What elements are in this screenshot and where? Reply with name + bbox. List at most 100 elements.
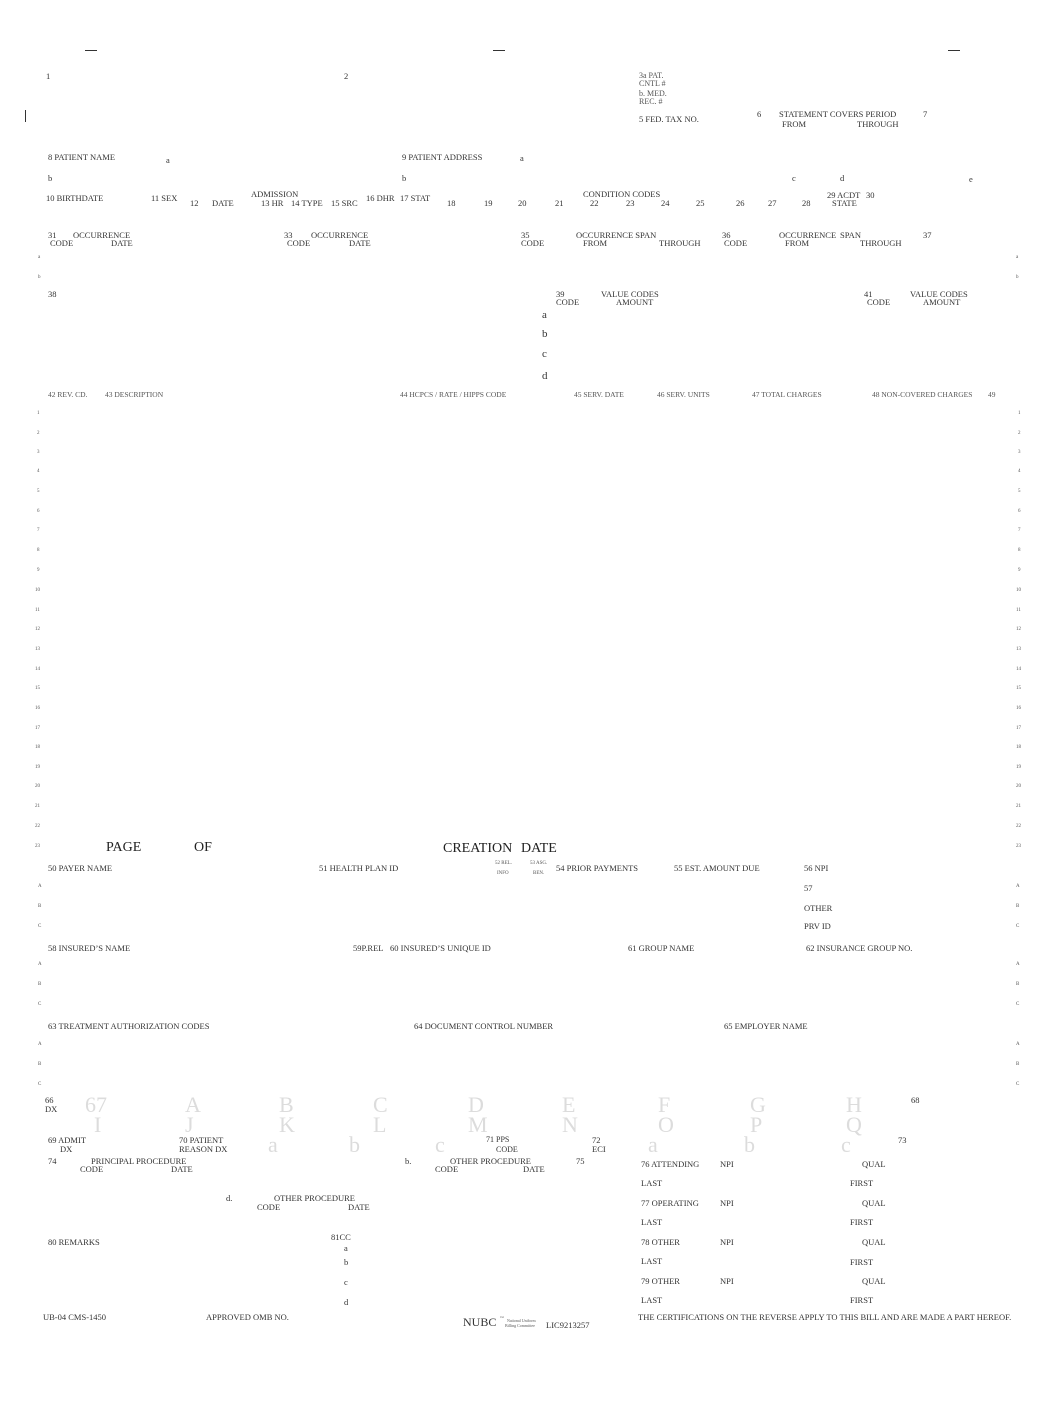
reason-dx-input[interactable]: b bbox=[349, 1134, 360, 1156]
service-line-row[interactable] bbox=[48, 801, 1008, 815]
service-line-row[interactable] bbox=[48, 664, 1008, 678]
field-9c-state-input[interactable] bbox=[800, 170, 836, 184]
field-9a-street-input[interactable] bbox=[530, 150, 1010, 164]
eci-code-input[interactable]: c bbox=[841, 1134, 851, 1156]
statement-from-input[interactable] bbox=[770, 130, 840, 144]
auth-row-input[interactable] bbox=[48, 1038, 798, 1052]
line23-total-input[interactable] bbox=[752, 840, 862, 856]
physician-first-name-input[interactable] bbox=[874, 1177, 1009, 1190]
insured-row-input[interactable] bbox=[48, 958, 798, 972]
service-line-row[interactable] bbox=[48, 466, 1008, 480]
field-8b-patient-name-input[interactable] bbox=[58, 170, 388, 184]
field-9d-zip-input[interactable] bbox=[850, 170, 960, 184]
physician-qual-input[interactable] bbox=[888, 1275, 1008, 1288]
field-43-description-header: 43 DESCRIPTION bbox=[105, 390, 164, 399]
eci-code-input[interactable]: b bbox=[744, 1134, 755, 1156]
service-line-row[interactable] bbox=[48, 644, 1008, 658]
service-line-row[interactable] bbox=[48, 506, 1008, 520]
service-line-number-right: 13 bbox=[1016, 647, 1021, 652]
service-line-row[interactable] bbox=[48, 762, 1008, 776]
service-line-number-left: 18 bbox=[35, 745, 40, 750]
physician-npi-input[interactable] bbox=[738, 1197, 853, 1210]
field-2-payto-input[interactable] bbox=[344, 82, 634, 142]
field-38-responsible-party-input[interactable] bbox=[48, 302, 528, 380]
dx-code-m-input[interactable]: M bbox=[468, 1114, 488, 1136]
physician-npi-input[interactable] bbox=[738, 1275, 853, 1288]
payer-row-label-left: C bbox=[38, 924, 42, 929]
field-8a-patient-id-input[interactable] bbox=[176, 152, 386, 166]
service-line-row[interactable] bbox=[48, 723, 1008, 737]
occurrence-row-b-input[interactable] bbox=[48, 272, 1008, 286]
service-line-row[interactable] bbox=[48, 624, 1008, 638]
physician-last-name-input[interactable] bbox=[662, 1216, 842, 1229]
service-line-row[interactable] bbox=[48, 525, 1008, 539]
reason-dx-input[interactable]: c bbox=[435, 1134, 445, 1156]
value-row-b-input[interactable] bbox=[556, 328, 1011, 342]
service-line-row[interactable] bbox=[48, 486, 1008, 500]
service-line-row[interactable] bbox=[48, 703, 1008, 717]
physician-qual-input[interactable] bbox=[888, 1236, 1008, 1249]
field-80-remarks-input[interactable] bbox=[48, 1250, 318, 1306]
other-procedure-b-input[interactable] bbox=[420, 1175, 570, 1189]
insured-row-input[interactable] bbox=[48, 978, 798, 992]
value-row-a-input[interactable] bbox=[556, 308, 1011, 322]
field-56-npi-input[interactable] bbox=[840, 862, 1010, 876]
value-row-d-input[interactable] bbox=[556, 368, 1011, 382]
physician-npi-input[interactable] bbox=[738, 1236, 853, 1249]
field-5-fed-tax-input[interactable] bbox=[639, 126, 749, 142]
service-line-row[interactable] bbox=[48, 428, 1008, 442]
field-1-label: 1 bbox=[46, 71, 51, 81]
service-line-row[interactable] bbox=[48, 683, 1008, 697]
service-line-row[interactable] bbox=[48, 585, 1008, 599]
auth-row-input[interactable] bbox=[48, 1058, 798, 1072]
service-line-row[interactable] bbox=[48, 408, 1008, 422]
field-3b-medical-record-input[interactable] bbox=[670, 90, 1010, 106]
service-line-row[interactable] bbox=[48, 565, 1008, 579]
insured-row-input[interactable] bbox=[48, 998, 798, 1012]
field-13-hour-label: 13 HR bbox=[261, 198, 284, 208]
service-line-row[interactable] bbox=[48, 447, 1008, 461]
service-line-number-left: 9 bbox=[37, 568, 40, 573]
payer-row-input[interactable] bbox=[48, 900, 798, 914]
page-total-input[interactable] bbox=[218, 840, 258, 856]
dx-code-o-input[interactable]: O bbox=[658, 1114, 674, 1136]
principal-procedure-input[interactable] bbox=[60, 1175, 220, 1189]
dx-code-l-input[interactable]: L bbox=[373, 1114, 386, 1136]
service-line-row[interactable] bbox=[48, 545, 1008, 559]
field-3a-patient-control-input[interactable] bbox=[670, 72, 1010, 88]
service-line-row[interactable] bbox=[48, 605, 1008, 619]
field-9e-country-input[interactable] bbox=[978, 170, 1014, 184]
reason-dx-input[interactable]: a bbox=[268, 1134, 278, 1156]
service-line-row[interactable] bbox=[48, 742, 1008, 756]
physician-last-name-input[interactable] bbox=[662, 1255, 842, 1268]
field-1-provider-input[interactable] bbox=[46, 82, 336, 142]
creation-date-input[interactable] bbox=[562, 840, 642, 856]
value-row-c-input[interactable] bbox=[556, 348, 1011, 362]
dx-code-j-input[interactable]: J bbox=[185, 1114, 194, 1136]
dx-code-i-input[interactable]: I bbox=[94, 1114, 101, 1136]
physician-first-name-input[interactable] bbox=[874, 1216, 1009, 1229]
physician-npi-input[interactable] bbox=[738, 1158, 853, 1171]
eci-code-input[interactable]: a bbox=[648, 1134, 658, 1156]
physician-first-name-input[interactable] bbox=[874, 1294, 1009, 1307]
auth-row-input[interactable] bbox=[48, 1078, 798, 1092]
field-57-label: 57 bbox=[804, 883, 813, 893]
physician-qual-input[interactable] bbox=[888, 1158, 1008, 1171]
statement-through-input[interactable] bbox=[845, 130, 915, 144]
payer-row-input[interactable] bbox=[48, 920, 798, 934]
physician-last-name-input[interactable] bbox=[662, 1294, 842, 1307]
dx-code-k-input[interactable]: K bbox=[279, 1114, 295, 1136]
page-number-input[interactable] bbox=[150, 840, 190, 856]
occurrence-row-a-input[interactable] bbox=[48, 252, 1008, 266]
service-line-row[interactable] bbox=[48, 781, 1008, 795]
physician-last-name-input[interactable] bbox=[662, 1177, 842, 1190]
service-line-row[interactable] bbox=[48, 821, 1008, 835]
field-69-admit-dx-input[interactable] bbox=[90, 1136, 170, 1152]
other-procedure-d-input[interactable] bbox=[240, 1213, 390, 1227]
physician-first-name-input[interactable] bbox=[874, 1255, 1009, 1268]
physician-qual-input[interactable] bbox=[888, 1197, 1008, 1210]
field-9b-city-input[interactable] bbox=[412, 170, 782, 184]
dx-code-n-input[interactable]: N bbox=[562, 1114, 578, 1136]
service-line-number-right: 8 bbox=[1018, 548, 1021, 553]
payer-row-input[interactable] bbox=[48, 880, 798, 894]
